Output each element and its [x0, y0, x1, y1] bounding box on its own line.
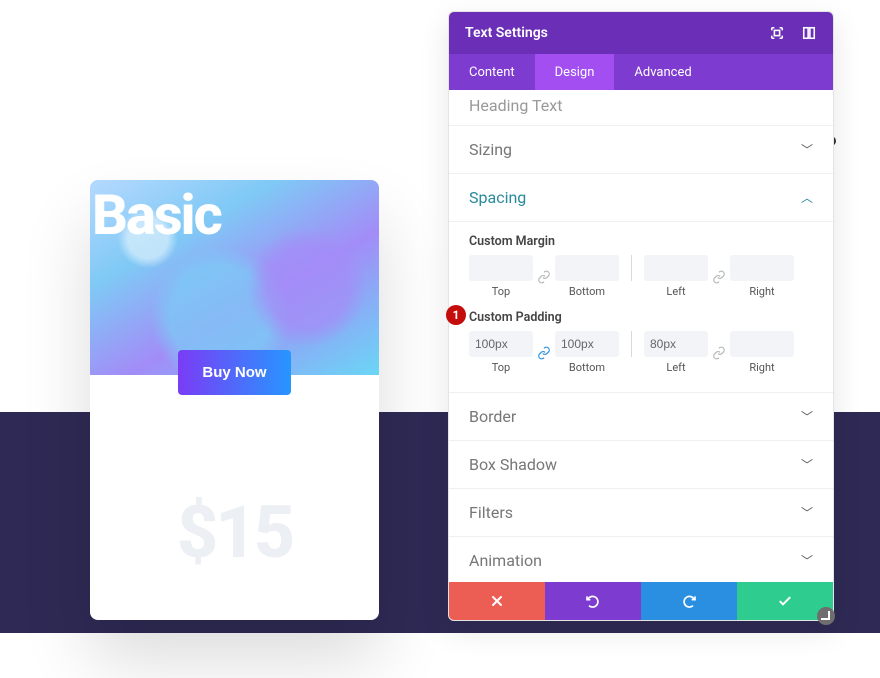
resize-handle-icon[interactable]	[817, 607, 835, 625]
redo-button[interactable]	[641, 582, 737, 620]
panel-tabs: Content Design Advanced	[449, 54, 833, 90]
side-label: Bottom	[569, 285, 605, 298]
side-label: Right	[749, 361, 774, 374]
side-label: Top	[492, 361, 510, 374]
section-label: Border	[469, 407, 516, 426]
panel-title: Text Settings	[465, 25, 753, 41]
padding-right-input[interactable]	[730, 331, 794, 357]
link-icon[interactable]	[708, 264, 730, 290]
chevron-down-icon: ﹀	[801, 408, 813, 425]
side-label: Bottom	[569, 361, 605, 374]
tab-advanced[interactable]: Advanced	[614, 54, 711, 90]
tab-content[interactable]: Content	[449, 54, 535, 90]
section-sizing[interactable]: Sizing ﹀	[449, 126, 833, 174]
tab-design[interactable]: Design	[535, 54, 615, 90]
chevron-down-icon: ﹀	[801, 552, 813, 569]
close-button[interactable]	[449, 582, 545, 620]
custom-padding-label: Custom Padding	[469, 310, 813, 325]
spacing-controls: Custom Margin Top Bottom Left Right Cust…	[449, 222, 833, 393]
section-heading-text[interactable]: Heading Text	[449, 90, 833, 126]
section-label: Animation	[469, 551, 542, 570]
section-box-shadow[interactable]: Box Shadow ﹀	[449, 441, 833, 489]
custom-margin-label: Custom Margin	[469, 234, 813, 249]
chevron-down-icon: ﹀	[801, 504, 813, 521]
link-icon[interactable]	[533, 340, 555, 366]
section-border[interactable]: Border ﹀	[449, 393, 833, 441]
buy-now-button[interactable]: Buy Now	[178, 350, 290, 395]
margin-top-input[interactable]	[469, 255, 533, 281]
side-label: Top	[492, 285, 510, 298]
panel-body: Heading Text Sizing ﹀ Spacing ︿ Custom M…	[449, 90, 833, 582]
margin-bottom-input[interactable]	[555, 255, 619, 281]
settings-panel: Text Settings Content Design Advanced He…	[448, 11, 834, 621]
chevron-up-icon: ︿	[801, 189, 813, 206]
divider	[631, 331, 632, 357]
card-hero-image: Basic	[90, 180, 379, 375]
annotation-callout-1: 1	[446, 305, 466, 325]
section-label: Spacing	[469, 188, 526, 207]
side-label: Left	[666, 285, 685, 298]
padding-top-input[interactable]	[469, 331, 533, 357]
card-price: $15	[90, 490, 379, 575]
section-label: Box Shadow	[469, 455, 557, 474]
padding-bottom-input[interactable]	[555, 331, 619, 357]
section-filters[interactable]: Filters ﹀	[449, 489, 833, 537]
snap-icon[interactable]	[801, 25, 817, 41]
side-label: Right	[749, 285, 774, 298]
chevron-down-icon: ﹀	[801, 456, 813, 473]
side-label: Left	[666, 361, 685, 374]
expand-icon[interactable]	[769, 25, 785, 41]
section-label: Sizing	[469, 140, 512, 159]
margin-left-input[interactable]	[644, 255, 708, 281]
undo-button[interactable]	[545, 582, 641, 620]
link-icon[interactable]	[708, 340, 730, 366]
chevron-down-icon: ﹀	[801, 141, 813, 158]
padding-left-input[interactable]	[644, 331, 708, 357]
section-spacing[interactable]: Spacing ︿	[449, 174, 833, 222]
pricing-card: Basic Buy Now $15	[90, 180, 379, 620]
link-icon[interactable]	[533, 264, 555, 290]
section-label: Filters	[469, 503, 513, 522]
margin-right-input[interactable]	[730, 255, 794, 281]
section-animation[interactable]: Animation ﹀	[449, 537, 833, 582]
panel-footer	[449, 582, 833, 620]
card-title: Basic	[92, 182, 221, 248]
panel-header[interactable]: Text Settings	[449, 12, 833, 54]
divider	[631, 255, 632, 281]
